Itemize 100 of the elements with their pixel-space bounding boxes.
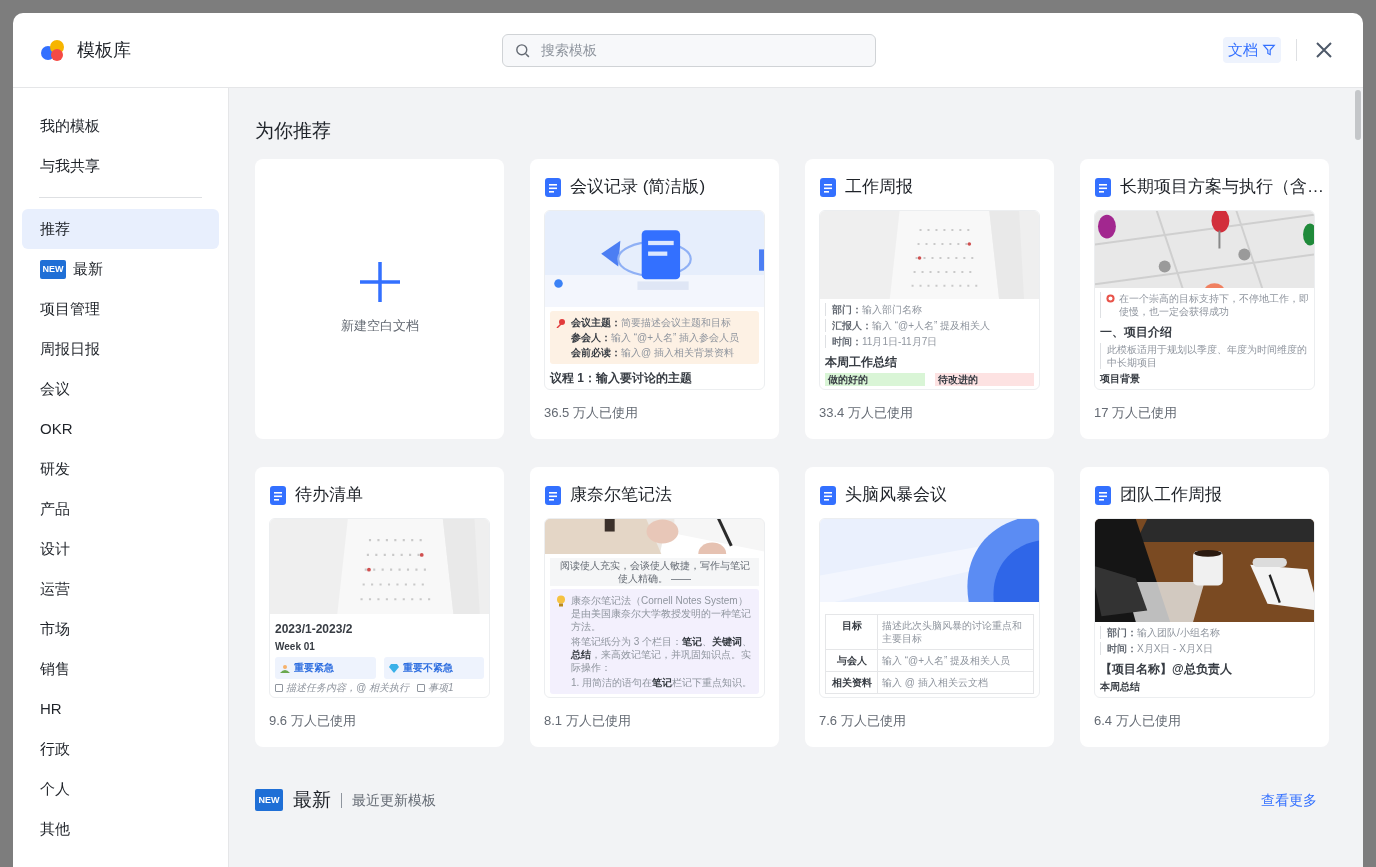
preview-heading: 本周工作总结	[825, 354, 898, 370]
lightbulb-icon	[556, 595, 566, 607]
scrollbar-thumb[interactable]	[1355, 90, 1361, 140]
logo-icon	[40, 39, 66, 61]
template-card[interactable]: 团队工作周报 部门：输入团队/小组名称 时间：X月X日 - X月X日 【项目名称】@总负责人 本周总结 6.4 万人已使用	[1080, 467, 1329, 747]
sidebar-item[interactable]: 其他	[22, 809, 219, 849]
usage-count: 7.6 万人已使用	[819, 712, 907, 730]
preview-text: 参会人：输入 “@+人名” 插入参会人员	[571, 331, 740, 344]
sidebar-item[interactable]: 研发	[22, 449, 219, 489]
target-icon	[1106, 294, 1115, 303]
template-card[interactable]: 工作周报 部门：输入部门名称 汇报人：输入 “@+人名” 提及相关人 时间：11月1日-11月7日 本周工作总结 做的好的 待改进的 33.4 万人已使用	[805, 159, 1054, 439]
sidebar-item[interactable]: OKR	[22, 409, 219, 449]
preview-text: 1. 用简洁的语句在笔记栏记下重点知识。	[571, 676, 753, 689]
gem-icon	[388, 663, 399, 673]
table-cell: 描述此次头脑风暴的讨论重点和主要目标	[878, 615, 1034, 649]
table-cell: 与会人	[826, 650, 878, 671]
task-text: 描述任务内容，@ 相关执行	[286, 682, 409, 694]
table-cell: 输入 “@+人名” 提及相关人员	[878, 650, 1034, 671]
preview-text: 此模板适用于规划以季度、年度为时间维度的中长期项目	[1100, 343, 1309, 369]
document-icon	[1095, 177, 1111, 197]
template-card[interactable]: 会议记录 (简洁版) 会议主题：简要描述会议主题和目标 参会人：输入 “@+人名” 插入参会人员 会前必读：输入@ 插入相关背景资料 议程 1：输入要讨论的主题 36.5 万人已使用	[530, 159, 779, 439]
usage-count: 17 万人已使用	[1094, 404, 1179, 422]
usage-count: 8.1 万人已使用	[544, 712, 632, 730]
template-card[interactable]: 待办清单 2023/1-2023/2 Week 01 重要紧急 重要不紧急 描述任务内容，@ 相关执行 事项1 9.6 万人已使用	[255, 467, 504, 747]
document-icon	[545, 485, 561, 505]
category-label: 重要紧急	[294, 662, 334, 674]
sidebar-item[interactable]: 个人	[22, 769, 219, 809]
template-title: 长期项目方案与执行（含…	[1120, 176, 1324, 198]
preview-text: 会前必读：输入@ 插入相关背景资料	[571, 346, 735, 359]
sidebar-item[interactable]: 运营	[22, 569, 219, 609]
section-subtitle: 最近更新模板	[352, 790, 436, 810]
usage-count: 36.5 万人已使用	[544, 404, 639, 422]
pin-icon	[556, 318, 566, 328]
section-title: 最新	[293, 787, 331, 812]
sidebar-item[interactable]: 销售	[22, 649, 219, 689]
dialog-title: 模板库	[77, 38, 131, 62]
preview-text: 部门：输入部门名称	[825, 303, 1034, 316]
preview-text: 阅读使人充实，会谈使人敏捷，写作与笔记使人精确。 ——	[550, 558, 759, 586]
template-title: 团队工作周报	[1120, 484, 1222, 506]
preview-text: 将笔记纸分为 3 个栏目：笔记、关键词、总结，来高效记笔记，并巩固知识点。实际操作：	[571, 635, 753, 674]
new-badge: NEW	[255, 789, 283, 811]
new-badge: NEW	[40, 259, 66, 279]
task-text: 事项1	[427, 682, 454, 694]
usage-count: 9.6 万人已使用	[269, 712, 357, 730]
sidebar-item[interactable]: 我的模板	[22, 106, 219, 146]
plus-icon	[359, 262, 400, 303]
template-card[interactable]: 头脑风暴会议 目标 描述此次头脑风暴的讨论重点和主要目标 与会人 输入 “@+人名” 提及相关人员 相关资料 输入 @ 插入相关云文档 7.6 万人已使用	[805, 467, 1054, 747]
see-more-link[interactable]: 查看更多	[1261, 789, 1317, 811]
filter-button[interactable]: 文档	[1223, 37, 1281, 63]
sidebar-item[interactable]: 市场	[22, 609, 219, 649]
preview-heading: 一、项目介绍	[1100, 324, 1173, 340]
preview-text: 时间：X月X日 - X月X日	[1100, 642, 1309, 655]
sidebar-item[interactable]: 与我共享	[22, 146, 219, 186]
preview-subheading: 项目背景	[1100, 372, 1141, 386]
filter-icon	[1262, 43, 1276, 57]
search-field[interactable]: 搜索模板	[502, 33, 876, 67]
sidebar-item[interactable]: 行政	[22, 729, 219, 769]
tag: 待改进的	[934, 373, 1034, 386]
preview-text: 汇报人：输入 “@+人名” 提及相关人	[825, 319, 1034, 332]
usage-count: 33.4 万人已使用	[819, 404, 914, 422]
tag: 做的好的	[825, 373, 925, 386]
preview-heading: 2023/1-2023/2	[275, 621, 354, 637]
preview-text: 时间：11月1日-11月7日	[825, 335, 1034, 348]
sidebar-item[interactable]: 产品	[22, 489, 219, 529]
sidebar-item[interactable]: NEW 最新	[22, 249, 219, 289]
template-title: 待办清单	[295, 484, 363, 506]
checkbox[interactable]	[416, 684, 425, 692]
sidebar-item[interactable]: 会议	[22, 369, 219, 409]
sidebar-item[interactable]: HR	[22, 689, 219, 729]
template-title: 工作周报	[845, 176, 913, 198]
document-icon	[270, 485, 286, 505]
section-title: 为你推荐	[255, 119, 332, 143]
document-icon	[820, 177, 836, 197]
sidebar-item[interactable]: 周报日报	[22, 329, 219, 369]
table-cell: 相关资料	[826, 672, 878, 693]
document-icon	[545, 177, 561, 197]
preview-heading: 议程 1：输入要讨论的主题	[550, 370, 693, 386]
preview-subheading: Week 01	[275, 640, 316, 654]
preview-text: 部门：输入团队/小组名称	[1100, 626, 1309, 639]
template-card[interactable]: 长期项目方案与执行（含… 在一个崇高的目标支持下，不停地工作，即使慢，也一定会获得成功 一、项目介绍 此模板适用于规划以季度、年度为时间维度的中长期项目 项目背景 17 万人已使用	[1080, 159, 1329, 439]
document-icon	[1095, 485, 1111, 505]
close-icon	[1315, 41, 1333, 59]
document-icon	[820, 485, 836, 505]
search-icon	[514, 41, 531, 59]
table-cell: 输入 @ 插入相关云文档	[878, 672, 1034, 693]
sidebar-item[interactable]: 设计	[22, 529, 219, 569]
template-title: 会议记录 (简洁版)	[570, 176, 706, 198]
preview-text: 会议主题：简要描述会议主题和目标	[571, 316, 732, 329]
table-cell: 目标	[826, 615, 878, 649]
template-title: 康奈尔笔记法	[570, 484, 672, 506]
template-title: 头脑风暴会议	[845, 484, 947, 506]
preview-text: 在一个崇高的目标支持下，不停地工作，即使慢，也一定会获得成功	[1119, 292, 1309, 318]
preview-subheading: 本周总结	[1100, 680, 1141, 694]
sidebar-item[interactable]: 项目管理	[22, 289, 219, 329]
preview-heading: 【项目名称】@总负责人	[1100, 661, 1233, 677]
new-blank-document-card[interactable]: 新建空白文档	[255, 159, 504, 439]
sidebar-item[interactable]: 推荐	[22, 209, 219, 249]
category-label: 重要不紧急	[402, 662, 453, 674]
usage-count: 6.4 万人已使用	[1094, 712, 1182, 730]
checkbox[interactable]	[275, 684, 283, 692]
